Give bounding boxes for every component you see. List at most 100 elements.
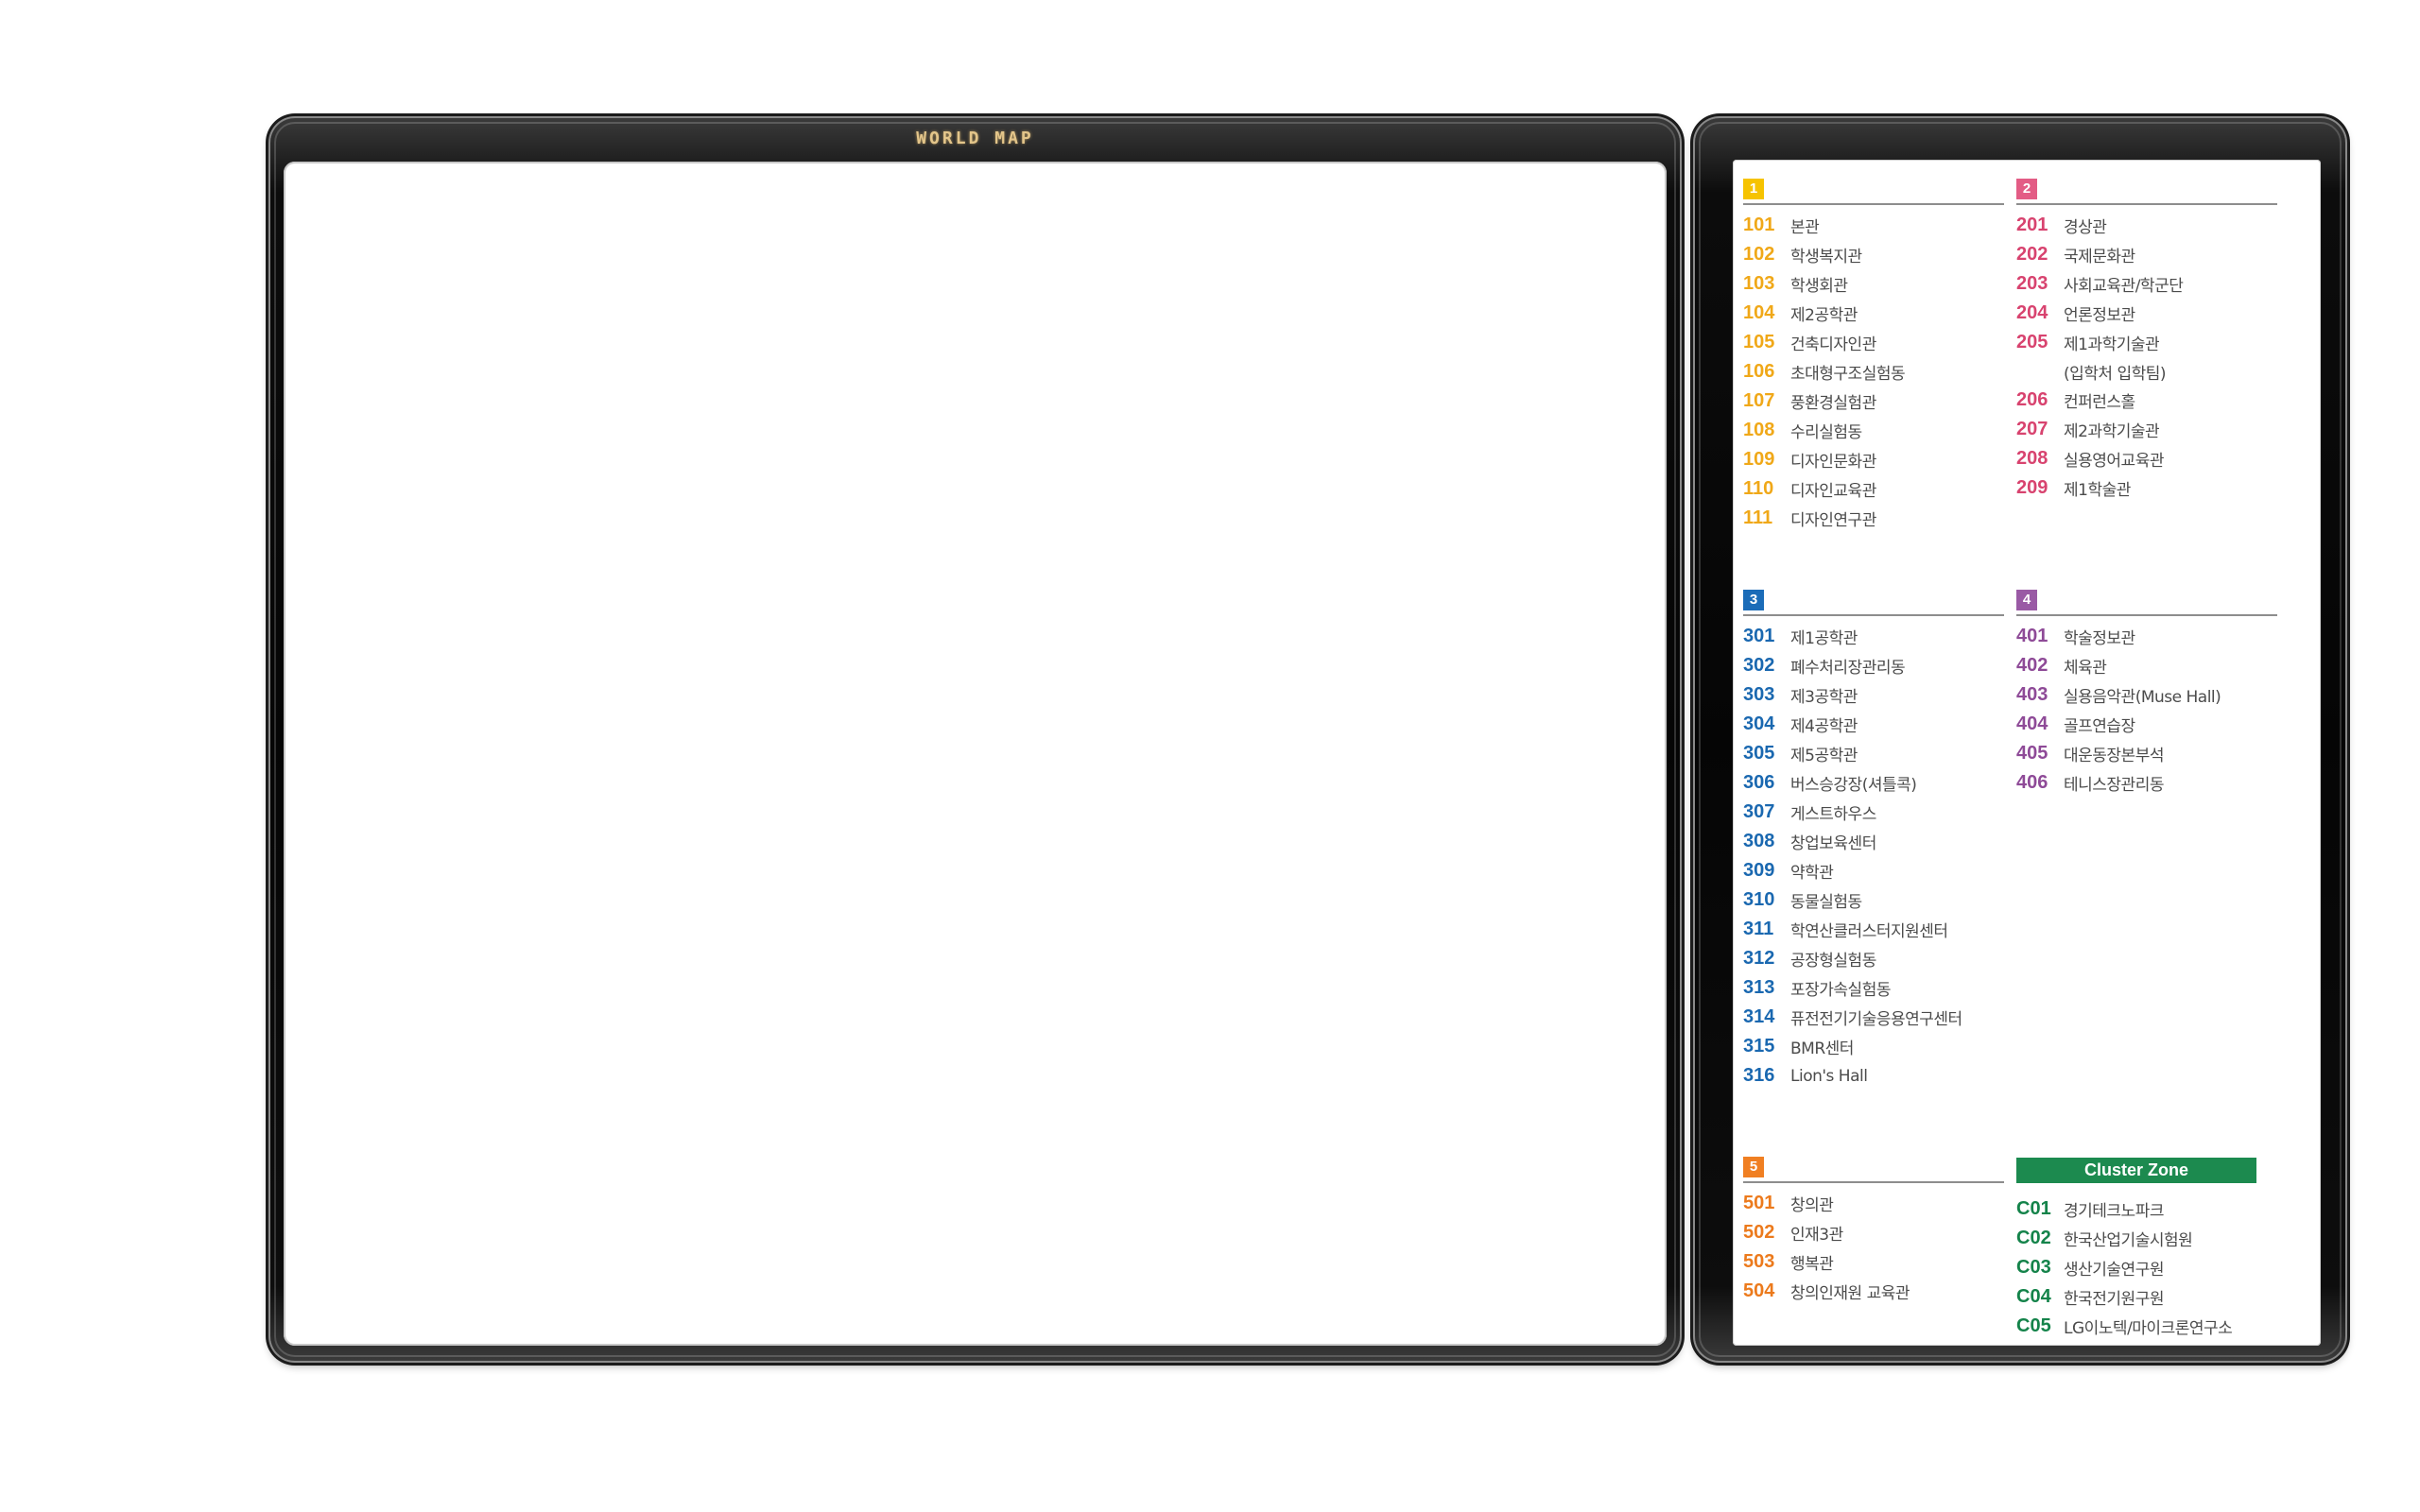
building-name: 퓨전전기기술응용연구센터 [1790, 1010, 1962, 1029]
building-name: 인재3관 [1790, 1226, 1843, 1245]
section-badge: 5 [1743, 1157, 1764, 1177]
building-code: 302 [1743, 655, 1775, 676]
building-name: 수리실험동 [1790, 423, 1862, 442]
building-name: 경상관 [2064, 218, 2107, 237]
building-code: C03 [2016, 1257, 2051, 1278]
building-code: 307 [1743, 801, 1775, 822]
building-code: 205 [2016, 332, 2048, 352]
building-name: 학술정보관 [2064, 629, 2135, 648]
building-name: 디자인연구관 [1790, 511, 1876, 530]
building-code: 312 [1743, 948, 1775, 969]
building-name: 학생회관 [1790, 277, 1848, 296]
legend-item: 107 풍환경실험관 [1743, 387, 2004, 416]
legend-item: 312 공장형실험동 [1743, 944, 2004, 973]
building-name: (입학처 입학팀) [2064, 364, 2167, 384]
building-name: 실용음악관(Muse Hall) [2064, 688, 2221, 707]
legend-item: 303 제3공학관 [1743, 680, 2004, 710]
legend-section-2: 2 201 경상관 202 국제문화관 203 사회교육관/학군단 204 언론정보관 205 제… [2016, 177, 2277, 503]
building-code: 207 [2016, 419, 2048, 439]
building-code: C04 [2016, 1286, 2051, 1307]
building-name: 건축디자인관 [1790, 335, 1876, 354]
legend-item: 104 제2공학관 [1743, 299, 2004, 328]
building-code: 201 [2016, 215, 2048, 235]
building-code: 110 [1743, 478, 1774, 499]
legend-item: 501 창의관 [1743, 1189, 2004, 1218]
building-code: C01 [2016, 1198, 2051, 1219]
legend-item: 406 테니스장관리동 [2016, 768, 2277, 798]
building-name: 한국전기원구원 [2064, 1290, 2164, 1309]
building-name: 컨퍼런스홀 [2064, 393, 2135, 412]
building-code: 111 [1743, 507, 1773, 528]
building-name: 공장형실험동 [1790, 952, 1876, 971]
legend-item: 111 디자인연구관 [1743, 504, 2004, 533]
building-code: 308 [1743, 831, 1775, 851]
legend-item: 314 퓨전전기기술응용연구센터 [1743, 1003, 2004, 1032]
legend-item: 504 창의인재원 교육관 [1743, 1277, 2004, 1306]
world-map-window: WORLD MAP 1 101 본관 102 학생복지관 103 학생회관 104 제2공학관… [0, 0, 2420, 1512]
legend-item: 201 경상관 [2016, 211, 2277, 240]
building-name: 대운동장본부석 [2064, 747, 2164, 765]
legend-item: 209 제1학술관 [2016, 473, 2277, 503]
building-name: 초대형구조실험동 [1790, 365, 1906, 384]
legend-item: 103 학생회관 [1743, 269, 2004, 299]
legend-item: 203 사회교육관/학군단 [2016, 269, 2277, 299]
building-name: 학연산클러스터지원센터 [1790, 922, 1948, 941]
building-code: 206 [2016, 389, 2048, 410]
building-code: 316 [1743, 1065, 1775, 1086]
building-name: 창의관 [1790, 1196, 1834, 1215]
cluster-zone-header: Cluster Zone [2016, 1158, 2256, 1183]
building-code: 303 [1743, 684, 1775, 705]
legend-section-5: 5 501 창의관 502 인재3관 503 행복관 504 창의인재원 교육관 [1743, 1155, 2004, 1306]
legend-item: 101 본관 [1743, 211, 2004, 240]
building-name: 디자인문화관 [1790, 453, 1876, 472]
building-name: 창업보육센터 [1790, 834, 1876, 853]
building-code: 501 [1743, 1193, 1775, 1213]
building-code: 209 [2016, 477, 2048, 498]
building-name: 한국산업기술시험원 [2064, 1231, 2193, 1250]
map-viewport[interactable] [284, 162, 1667, 1346]
building-name: 행복관 [1790, 1255, 1834, 1274]
legend-item: 106 초대형구조실험동 [1743, 357, 2004, 387]
window-title: WORLD MAP [916, 129, 1034, 148]
building-code: 314 [1743, 1006, 1775, 1027]
building-code: 101 [1743, 215, 1775, 235]
legend-item: 206 컨퍼런스홀 [2016, 386, 2277, 415]
legend-item: 208 실용영어교육관 [2016, 444, 2277, 473]
building-code: 309 [1743, 860, 1775, 881]
building-name: 실용영어교육관 [2064, 452, 2164, 471]
building-name: Lion's Hall [1790, 1066, 1868, 1086]
building-name: 골프연습장 [2064, 717, 2135, 736]
legend-item: 302 폐수처리장관리동 [1743, 651, 2004, 680]
section-badge: 3 [1743, 590, 1764, 610]
legend-item: 108 수리실험동 [1743, 416, 2004, 445]
building-code: 401 [2016, 626, 2048, 646]
legend-item: 307 게스트하우스 [1743, 798, 2004, 827]
legend-item: 207 제2과학기술관 [2016, 415, 2277, 444]
building-code: 402 [2016, 655, 2048, 676]
building-code: 304 [1743, 713, 1775, 734]
building-name: 버스승강장(셔틀콕) [1790, 776, 1917, 795]
legend-item: 308 창업보육센터 [1743, 827, 2004, 856]
building-code: 502 [1743, 1222, 1775, 1243]
legend-item: 309 약학관 [1743, 856, 2004, 885]
building-code: 105 [1743, 332, 1775, 352]
legend-section-1: 1 101 본관 102 학생복지관 103 학생회관 104 제2공학관 105 건축디자인관 1… [1743, 177, 2004, 533]
building-name: 디자인교육관 [1790, 482, 1876, 501]
building-code: C05 [2016, 1315, 2051, 1336]
building-code: C02 [2016, 1228, 2051, 1248]
section-badge: 4 [2016, 590, 2037, 610]
legend-item: C03 생산기술연구원 [2016, 1253, 2277, 1282]
building-name: 경기테크노파크 [2064, 1202, 2164, 1221]
building-name: 국제문화관 [2064, 248, 2135, 266]
building-name: 약학관 [1790, 864, 1834, 883]
building-code: 108 [1743, 420, 1775, 440]
building-code: 202 [2016, 244, 2048, 265]
building-code: 204 [2016, 302, 2048, 323]
legend-item: 311 학연산클러스터지원센터 [1743, 915, 2004, 944]
building-code: 203 [2016, 273, 2048, 294]
building-name: 생산기술연구원 [2064, 1261, 2164, 1280]
section-badge: 2 [2016, 179, 2037, 199]
legend-item: 503 행복관 [1743, 1247, 2004, 1277]
legend-item: 204 언론정보관 [2016, 299, 2277, 328]
legend-item: 202 국제문화관 [2016, 240, 2277, 269]
